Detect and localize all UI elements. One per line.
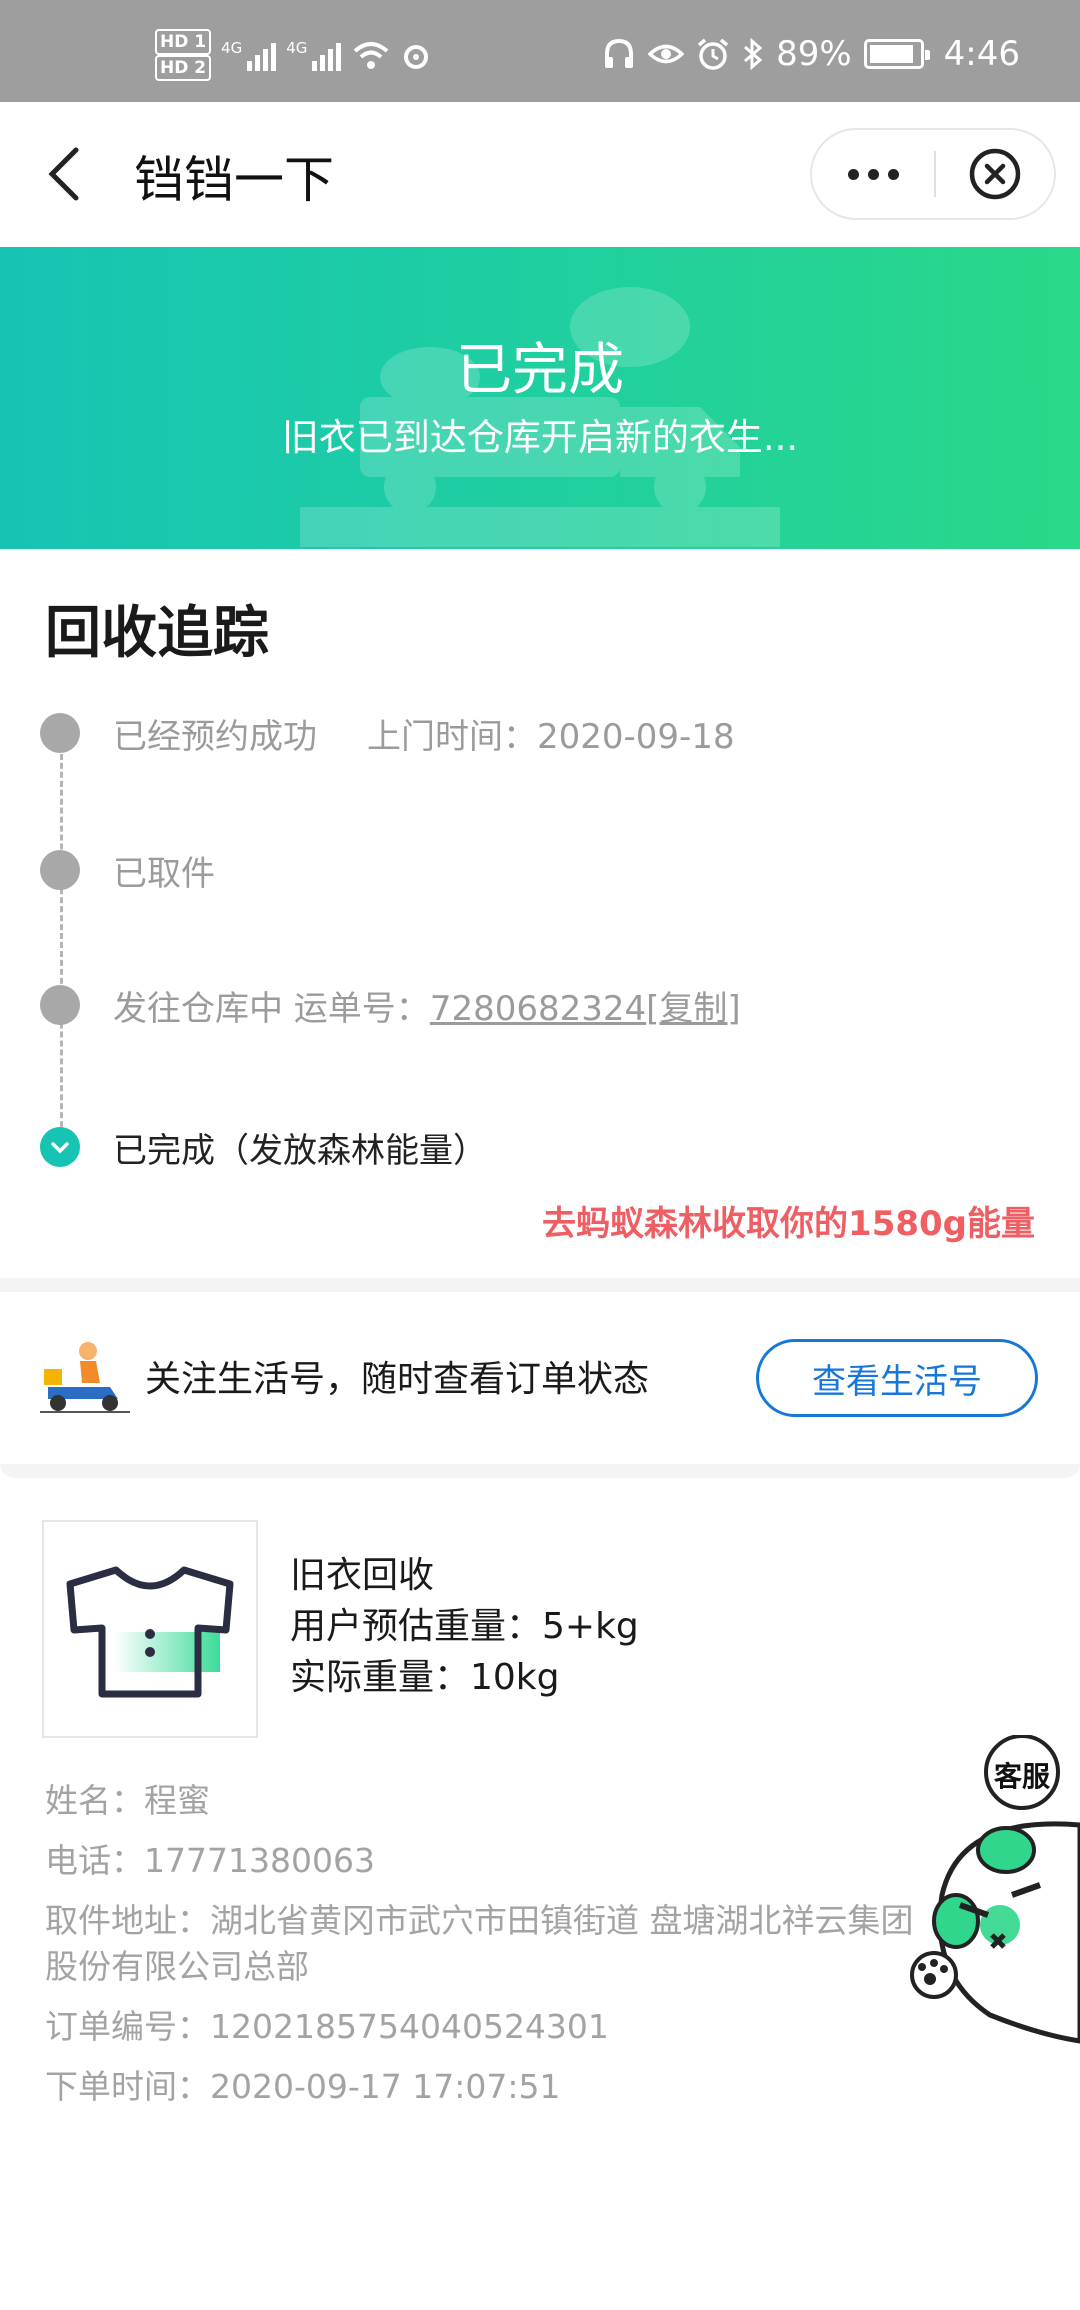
signal-icon-2: 4G xyxy=(286,39,342,71)
network-type-1: 4G xyxy=(221,39,243,57)
visit-time: 上门时间：2020-09-18 xyxy=(367,716,735,757)
hd-indicator: HD 1 HD 2 xyxy=(155,29,212,81)
timeline-line xyxy=(60,745,63,1145)
status-bar: HD 1 HD 2 4G 4G 89% 4:46 xyxy=(0,0,1080,102)
item-name: 旧衣回收 xyxy=(290,1555,435,1596)
courier-scooter-icon xyxy=(40,1342,130,1413)
step-text: 发往仓库中 运单号：7280682324[复制] xyxy=(113,981,741,1030)
bluetooth-icon xyxy=(744,37,763,71)
more-button[interactable] xyxy=(812,130,934,218)
step-text: 已取件 xyxy=(113,846,215,895)
order-time: 下单时间：2020-09-17 17:07:51 xyxy=(45,2067,561,2106)
step-dot-icon xyxy=(40,850,80,890)
section-divider xyxy=(0,1464,1080,1478)
energy-link[interactable]: 去蚂蚁森林收取你的1580g能量 xyxy=(542,1196,1035,1245)
view-life-account-button[interactable]: 查看生活号 xyxy=(756,1339,1038,1417)
mini-program-capsule xyxy=(810,128,1056,220)
estimated-weight: 用户预估重量：5+kg xyxy=(290,1606,639,1647)
timeline-step: 已取件 xyxy=(40,840,215,900)
timeline-step: 发往仓库中 运单号：7280682324[复制] xyxy=(40,975,741,1035)
more-dot-icon xyxy=(887,168,899,180)
hd2-label: HD 2 xyxy=(155,55,212,81)
more-dot-icon xyxy=(867,168,879,180)
step-text: 已完成（发放森林能量） xyxy=(113,1123,487,1172)
step-label: 已取件 xyxy=(113,853,215,894)
more-dot-icon xyxy=(847,168,859,180)
alarm-icon xyxy=(697,38,729,70)
follow-section: 关注生活号，随时查看订单状态 查看生活号 xyxy=(0,1292,1080,1464)
contact-phone: 电话：17771380063 xyxy=(45,1841,375,1880)
actual-weight: 实际重量：10kg xyxy=(290,1657,560,1698)
section-divider xyxy=(0,1278,1080,1292)
banner-subtitle: 旧衣已到达仓库开启新的衣生... xyxy=(281,416,799,459)
customer-service-button[interactable]: 客服 xyxy=(900,1734,1080,2055)
tracking-number[interactable]: 7280682324 xyxy=(430,989,646,1029)
contact-name: 姓名：程蜜 xyxy=(45,1781,210,1820)
follow-text: 关注生活号，随时查看订单状态 xyxy=(145,1359,650,1400)
wifi-icon xyxy=(354,42,389,69)
banner-title: 已完成 xyxy=(456,338,624,403)
network-type-2: 4G xyxy=(286,39,308,57)
page-title: 铛铛一下 xyxy=(134,151,334,209)
hotspot-icon xyxy=(404,45,429,69)
step-dot-icon xyxy=(40,985,80,1025)
battery-icon xyxy=(863,39,930,69)
tracking-title: 回收追踪 xyxy=(45,601,269,666)
close-icon xyxy=(969,148,1021,200)
headphones-icon xyxy=(605,38,634,68)
item-info: 旧衣回收 用户预估重量：5+kg 实际重量：10kg xyxy=(290,1550,639,1703)
step-label: 已经预约成功 xyxy=(113,716,317,757)
hd1-label: HD 1 xyxy=(155,29,212,55)
copy-link[interactable]: [复制] xyxy=(646,989,741,1029)
order-details: 姓名：程蜜 电话：17771380063 取件地址：湖北省黄冈市武穴市田镇街道 … xyxy=(45,1778,915,2124)
status-banner: 已完成 旧衣已到达仓库开启新的衣生... xyxy=(0,247,1080,549)
battery-percent: 89% xyxy=(776,34,852,74)
nav-bar: 铛铛一下 xyxy=(0,102,1080,247)
timeline-step: 已完成（发放森林能量） xyxy=(40,1117,487,1177)
step-label: 发往仓库中 运单号： xyxy=(113,988,430,1029)
eye-icon xyxy=(648,44,685,64)
signal-icon: 4G xyxy=(221,39,277,71)
pickup-address: 取件地址：湖北省黄冈市武穴市田镇街道 盘塘湖北祥云集团股份有限公司总部 xyxy=(45,1901,914,1986)
timeline-step: 已经预约成功 上门时间：2020-09-18 xyxy=(40,703,735,763)
clock: 4:46 xyxy=(943,34,1020,74)
step-dot-icon xyxy=(40,713,80,753)
close-button[interactable] xyxy=(936,130,1054,218)
item-thumbnail xyxy=(42,1520,258,1738)
step-text: 已经预约成功 上门时间：2020-09-18 xyxy=(113,709,735,758)
chevron-left-icon xyxy=(48,147,79,201)
tshirt-icon xyxy=(66,1566,234,1698)
step-label: 已完成（发放森林能量） xyxy=(113,1130,487,1171)
customer-service-label: 客服 xyxy=(993,1760,1050,1793)
order-number: 订单编号：1202185754040524301 xyxy=(45,2007,609,2046)
check-circle-icon xyxy=(40,1127,80,1167)
back-button[interactable] xyxy=(40,144,90,204)
